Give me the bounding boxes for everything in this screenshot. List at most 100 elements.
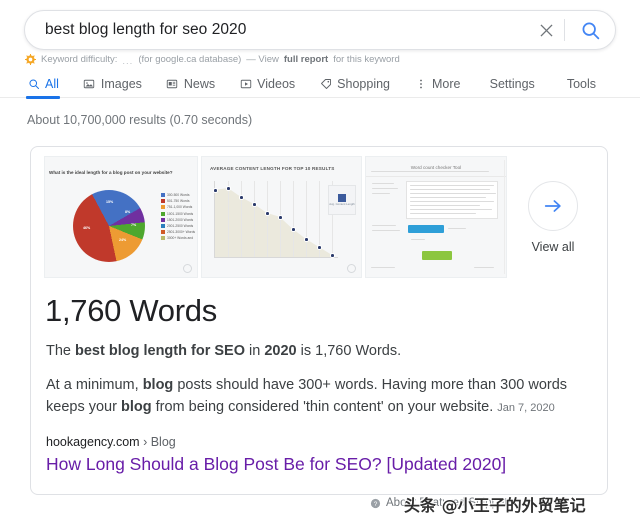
search-bar[interactable]: best blog length for seo 2020 <box>24 10 616 50</box>
paragraph-part-1: At a minimum, <box>46 377 143 393</box>
snippet-answer-sentence: The best blog length for SEO in 2020 is … <box>46 343 401 359</box>
pie-slice-label-4: 46% <box>83 226 91 230</box>
data-point <box>317 245 322 250</box>
keyword-difficulty-value: ... <box>122 56 134 67</box>
tag-icon <box>319 78 332 91</box>
pie-chart: 24% 7% 8% 15% 46% <box>73 190 145 262</box>
legend-label: 1001-1500 Words <box>167 211 194 216</box>
data-point <box>304 237 309 242</box>
legend-label: 751-1,000 Words <box>167 205 193 210</box>
keyword-difficulty-suffix: for this keyword <box>333 54 400 65</box>
sentence-bold-2: 2020 <box>264 343 297 359</box>
clear-search-button[interactable] <box>528 11 564 49</box>
svg-text:?: ? <box>374 500 378 507</box>
data-point <box>226 186 231 191</box>
snippet-date: Jan 7, 2020 <box>497 402 555 414</box>
divider <box>366 176 506 177</box>
thumbnail-area-chart[interactable]: AVERAGE CONTENT LENGTH FOR TOP 10 RESULT… <box>201 156 362 278</box>
search-bar-container: best blog length for seo 2020 <box>24 10 616 50</box>
word-count-tool-title: Word count checker Tool <box>410 165 462 170</box>
text-area-panel <box>406 181 498 219</box>
sentence-part-3: is 1,760 Words. <box>296 343 402 359</box>
data-point <box>291 227 296 232</box>
snippet-source-url[interactable]: hookagency.com › Blog <box>46 435 176 449</box>
search-icon <box>27 78 40 91</box>
tab-videos-label: Videos <box>257 77 296 91</box>
source-domain: hookagency.com <box>46 435 140 449</box>
submit-button[interactable] <box>422 251 452 260</box>
tab-videos[interactable]: Videos <box>239 70 309 98</box>
result-stats: About 10,700,000 results (0.70 seconds) <box>27 113 253 127</box>
tab-all[interactable]: All <box>26 70 73 99</box>
area-chart-plot <box>213 181 338 258</box>
data-point <box>278 215 283 220</box>
check-circle-icon <box>347 264 356 273</box>
kebab-icon <box>414 78 427 91</box>
pie-slice-label-0: 24% <box>119 238 127 242</box>
search-input[interactable]: best blog length for seo 2020 <box>25 21 528 39</box>
legend-label: 300-500 Words <box>167 193 190 197</box>
paragraph-bold-1: blog <box>142 377 174 393</box>
paragraph-part-3: from being considered 'thin content' on … <box>151 399 494 415</box>
tab-shopping[interactable]: Shopping <box>319 70 404 98</box>
view-all-button[interactable]: View all <box>511 156 595 278</box>
tab-active-underline <box>26 96 60 99</box>
legend-item: 501-750 Words <box>161 199 195 204</box>
arrow-right-icon <box>544 199 561 212</box>
view-all-circle <box>528 180 578 231</box>
placeholder-line <box>371 171 489 173</box>
featured-snippet-card: What is the ideal length for a blog post… <box>30 146 608 495</box>
question-mark-icon: ? <box>370 498 381 508</box>
pie-slice-label-3: 15% <box>106 200 114 204</box>
keyword-difficulty-label: Keyword difficulty: <box>41 54 118 65</box>
legend-swatch <box>338 193 346 202</box>
tab-shopping-label: Shopping <box>337 77 390 91</box>
tab-more[interactable]: More <box>414 70 474 98</box>
data-point <box>239 195 244 200</box>
legend-swatch <box>161 199 165 204</box>
settings-button[interactable]: Settings <box>490 77 535 91</box>
placeholder-line <box>371 267 395 269</box>
tab-more-label: More <box>432 77 461 91</box>
search-nav-bar: All Images News Videos Shopping More Set… <box>0 70 640 99</box>
pie-chart-legend: 300-500 Words 501-750 Words 751-1,000 Wo… <box>161 193 195 241</box>
tab-news[interactable]: News <box>166 70 229 98</box>
nav-right-group: Settings Tools <box>490 70 596 98</box>
legend-item: 2501-3000+ Words <box>161 230 195 235</box>
data-point <box>213 188 218 193</box>
moz-bar-icon <box>25 54 36 65</box>
keyword-difficulty-database: (for google.ca database) <box>138 54 242 65</box>
image-watermark: 头条 @小王子的外贸笔记 <box>404 496 586 515</box>
full-report-link[interactable]: full report <box>284 54 328 65</box>
search-tabs: All Images News Videos Shopping More <box>26 70 484 99</box>
snippet-paragraph: At a minimum, blog posts should have 300… <box>46 374 578 419</box>
legend-swatch <box>161 211 165 216</box>
legend-label: 2001-2500 Words <box>167 223 194 228</box>
card-divider <box>504 160 505 274</box>
tools-button[interactable]: Tools <box>567 77 596 91</box>
check-circle-icon <box>183 264 192 273</box>
paragraph-bold-2: blog <box>120 399 152 415</box>
data-point <box>252 202 257 207</box>
primary-button[interactable] <box>408 225 444 233</box>
area-chart-title: AVERAGE CONTENT LENGTH FOR TOP 10 RESULT… <box>210 166 335 171</box>
legend-item: 300-500 Words <box>161 193 195 197</box>
search-submit-button[interactable] <box>565 11 615 49</box>
placeholder-line <box>448 228 466 230</box>
snippet-answer-number: 1,760 Words <box>45 293 217 328</box>
thumbnail-watermark <box>347 264 356 273</box>
view-all-label: View all <box>531 239 575 254</box>
legend-label: 3000+ Words and <box>167 236 194 241</box>
pie-slice-label-2: 8% <box>125 210 131 214</box>
thumbnail-pie-chart[interactable]: What is the ideal length for a blog post… <box>44 156 198 278</box>
snippet-result-title-link[interactable]: How Long Should a Blog Post Be for SEO? … <box>46 454 506 475</box>
thumbnail-word-count-tool[interactable]: Word count checker Tool <box>365 156 507 278</box>
legend-label: 1501-2000 Words <box>167 217 194 222</box>
legend-item: 2001-2500 Words <box>161 223 195 228</box>
sentence-bold-1: best blog length for SEO <box>75 343 245 359</box>
tab-images[interactable]: Images <box>83 70 156 98</box>
keyword-difficulty-bar: Keyword difficulty: ... (for google.ca d… <box>25 54 400 67</box>
snippet-thumbnail-strip: What is the ideal length for a blog post… <box>44 156 507 278</box>
gridline <box>228 181 229 257</box>
gridline <box>306 181 307 257</box>
